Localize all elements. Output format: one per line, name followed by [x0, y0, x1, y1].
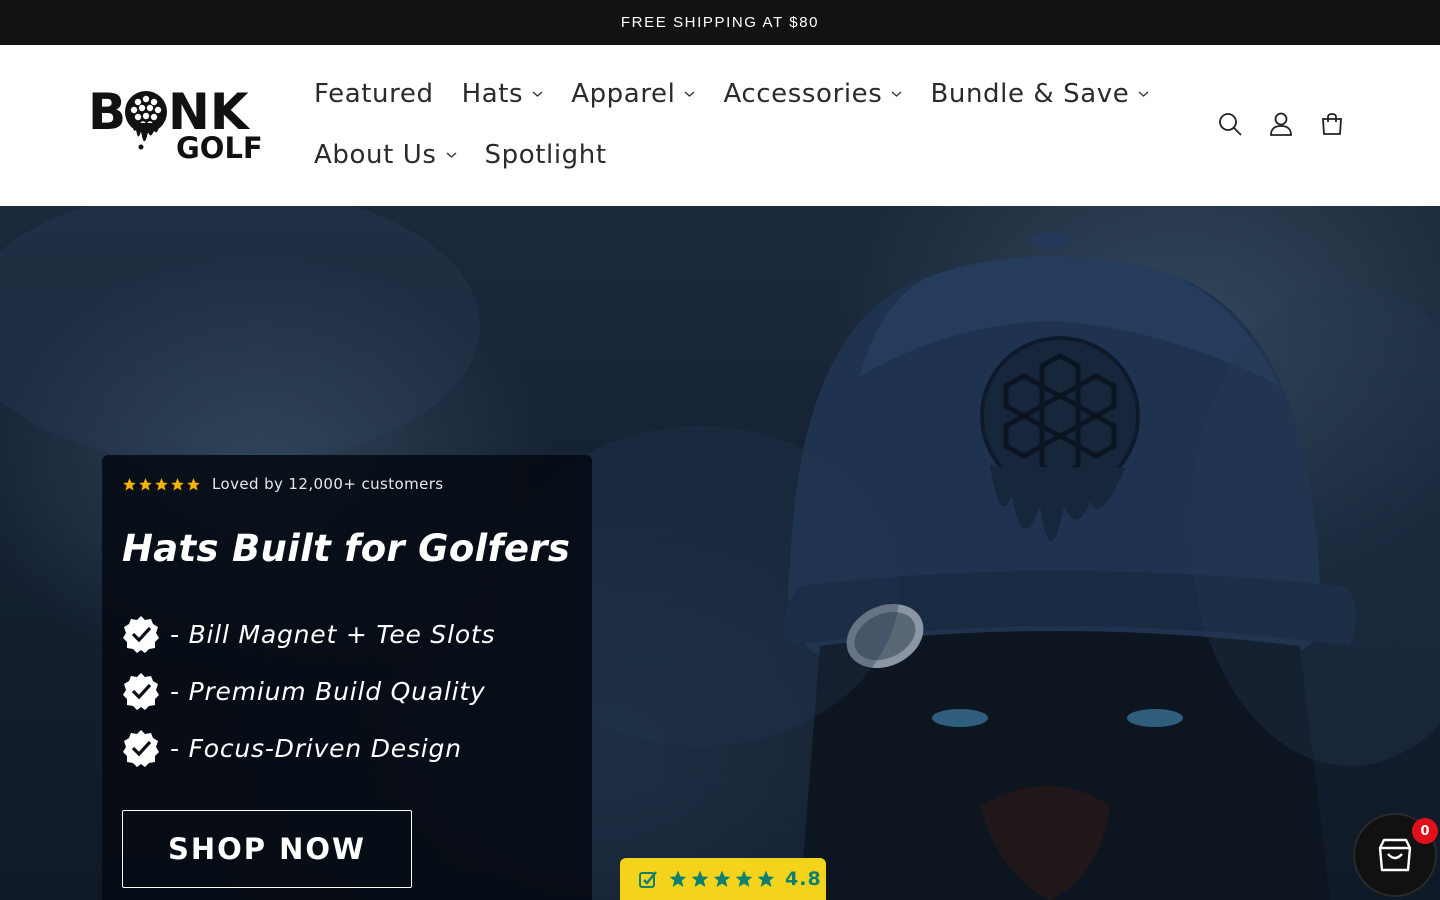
search-button[interactable]: [1215, 109, 1245, 139]
account-button[interactable]: [1266, 109, 1296, 139]
star-icon: [123, 477, 136, 490]
announcement-text: FREE SHIPPING AT $80: [620, 14, 820, 31]
star-icon: [713, 870, 731, 887]
nav-accessories[interactable]: Accessories: [709, 79, 916, 109]
shop-now-button[interactable]: SHOP NOW: [122, 810, 412, 888]
rating-text: Loved by 12,000+ customers: [212, 475, 444, 493]
nav-label: About Us: [314, 140, 437, 170]
nav-about-us[interactable]: About Us: [300, 140, 471, 170]
star-icon: [139, 477, 152, 490]
nav-label: Hats: [461, 79, 524, 109]
verified-check-icon: [123, 616, 159, 653]
chevron-down-icon: [684, 91, 695, 97]
svg-text:B: B: [88, 85, 126, 141]
hero-banner: Loved by 12,000+ customers Hats Built fo…: [0, 206, 1440, 900]
customer-rating: Loved by 12,000+ customers: [122, 475, 444, 493]
hero-title: Hats Built for Golfers: [122, 527, 571, 570]
nav-spotlight[interactable]: Spotlight: [471, 140, 621, 170]
verified-check-icon: [123, 673, 159, 710]
star-icon: [669, 870, 687, 887]
feature-item: - Focus-Driven Design: [122, 729, 462, 767]
review-stars: [668, 869, 776, 889]
verified-reviews-icon: [639, 871, 657, 888]
star-icon: [171, 477, 184, 490]
shopping-bag-icon: [1378, 838, 1412, 872]
announcement-bar: FREE SHIPPING AT $80: [0, 0, 1440, 45]
search-icon: [1219, 113, 1242, 136]
star-icon: [757, 870, 775, 887]
chevron-down-icon: [1138, 91, 1149, 97]
nav-apparel[interactable]: Apparel: [557, 79, 709, 109]
nav-label: Accessories: [723, 79, 883, 109]
feature-item: - Premium Build Quality: [122, 672, 486, 710]
cart-count-badge: 0: [1412, 818, 1438, 844]
star-icon: [187, 477, 200, 490]
cart-button[interactable]: [1317, 109, 1347, 139]
feature-text: - Focus-Driven Design: [170, 733, 462, 763]
nav-label: Bundle & Save: [930, 79, 1130, 109]
nav-hats[interactable]: Hats: [448, 79, 558, 109]
feature-text: - Bill Magnet + Tee Slots: [170, 619, 496, 649]
brand-logo[interactable]: B NK GOLF: [88, 83, 266, 165]
nav-bundle-save[interactable]: Bundle & Save: [916, 79, 1163, 109]
rating-stars: [122, 477, 201, 492]
svg-text:GOLF: GOLF: [176, 131, 263, 165]
site-header: B NK GOLF Featured Hats Apparel Accessor…: [0, 45, 1440, 206]
star-icon: [735, 870, 753, 887]
feature-item: - Bill Magnet + Tee Slots: [122, 615, 495, 653]
chevron-down-icon: [446, 152, 456, 158]
star-icon: [691, 870, 709, 887]
chevron-down-icon: [532, 91, 543, 97]
star-icon: [155, 477, 168, 490]
account-icon: [1270, 112, 1292, 136]
feature-text: - Premium Build Quality: [170, 676, 486, 706]
verified-check-icon: [123, 730, 159, 767]
hero-promo-card: Loved by 12,000+ customers Hats Built fo…: [102, 455, 592, 900]
nav-label: Featured: [314, 79, 434, 109]
nav-label: Apparel: [571, 79, 676, 109]
nav-label: Spotlight: [484, 140, 607, 170]
cart-icon: [1322, 113, 1342, 135]
main-nav-row-2: About Us Spotlight: [300, 135, 621, 175]
reviews-badge[interactable]: 4.8: [620, 858, 826, 900]
review-score: 4.8: [785, 868, 822, 890]
chevron-down-icon: [891, 91, 902, 97]
main-nav-row-1: Featured Hats Apparel Accessories Bundle…: [300, 74, 1163, 114]
nav-featured[interactable]: Featured: [300, 79, 448, 109]
